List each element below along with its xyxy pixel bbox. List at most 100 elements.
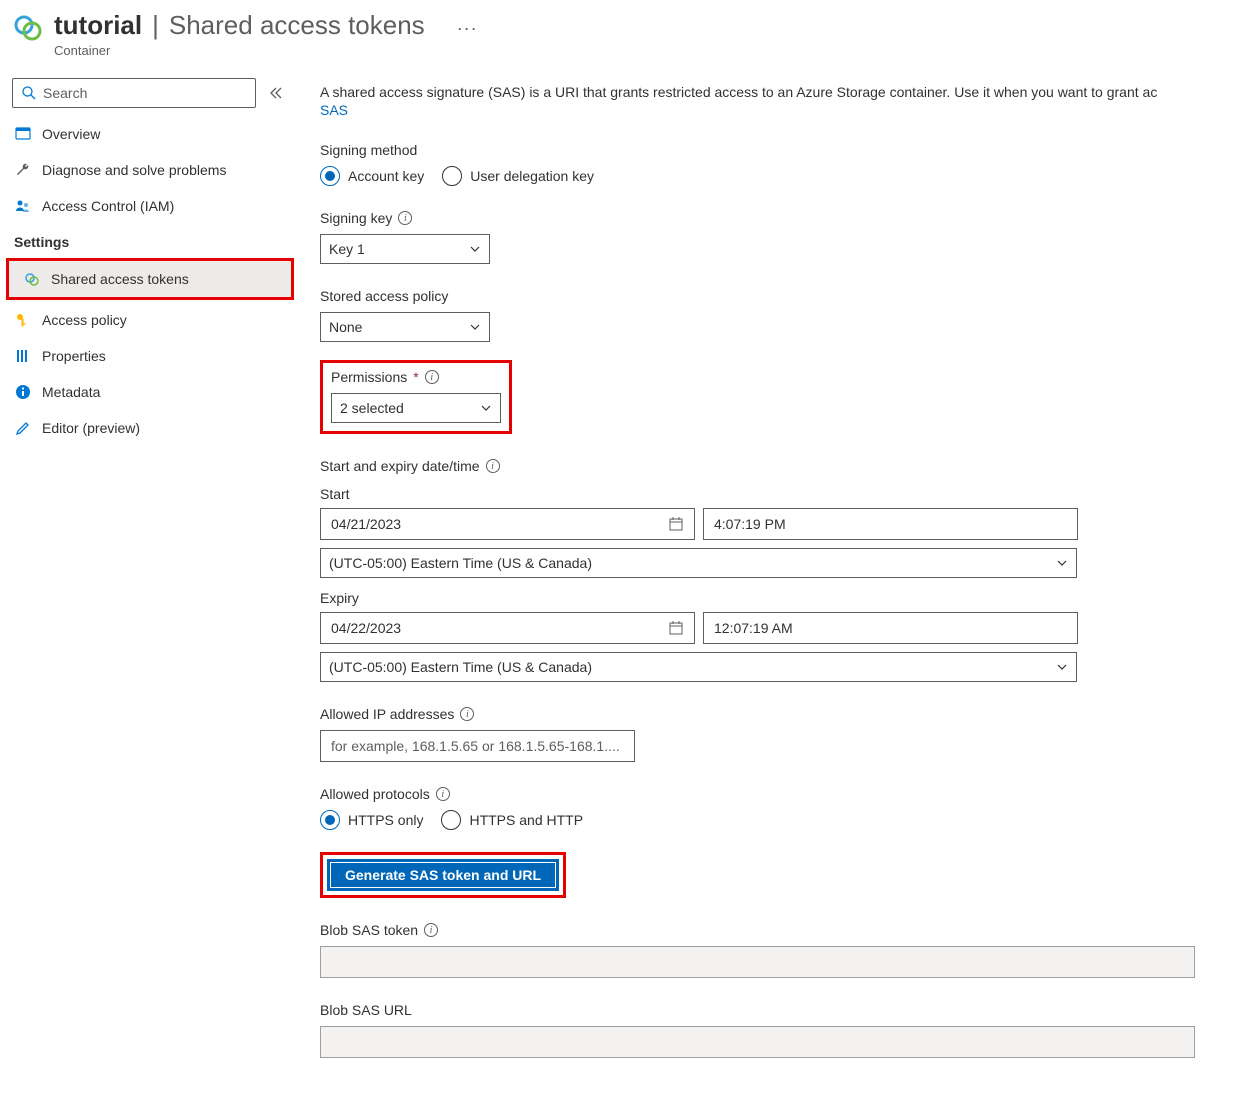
- sidebar-item-label: Shared access tokens: [51, 271, 189, 287]
- resource-name: tutorial: [54, 10, 142, 41]
- radio-label: HTTPS and HTTP: [469, 812, 583, 828]
- expiry-label: Expiry: [320, 590, 1243, 606]
- signing-key-label: Signing key i: [320, 210, 1243, 226]
- required-asterisk: *: [413, 369, 418, 385]
- highlight-box-generate: Generate SAS token and URL: [320, 852, 566, 898]
- allowed-protocols-label: Allowed protocols i: [320, 786, 1243, 802]
- calendar-icon: [668, 516, 684, 532]
- token-icon: [23, 270, 41, 288]
- info-tooltip-icon[interactable]: i: [398, 211, 412, 225]
- start-timezone-dropdown[interactable]: (UTC-05:00) Eastern Time (US & Canada): [320, 548, 1077, 578]
- sidebar-item-iam[interactable]: Access Control (IAM): [0, 188, 300, 224]
- chevron-double-left-icon: [269, 86, 283, 100]
- start-time-input[interactable]: 4:07:19 PM: [703, 508, 1078, 540]
- chevron-down-icon: [1056, 557, 1068, 569]
- key-icon: [14, 311, 32, 329]
- sas-learn-more-link[interactable]: SAS: [320, 102, 348, 118]
- chevron-down-icon: [469, 321, 481, 333]
- dropdown-value: 2 selected: [340, 400, 404, 416]
- sidebar-item-shared-access-tokens[interactable]: Shared access tokens: [9, 261, 291, 297]
- sidebar-item-label: Metadata: [42, 384, 100, 400]
- info-icon: [14, 383, 32, 401]
- dropdown-value: (UTC-05:00) Eastern Time (US & Canada): [329, 659, 592, 675]
- start-expiry-label: Start and expiry date/time i: [320, 458, 1243, 474]
- date-value: 04/22/2023: [331, 620, 401, 636]
- sidebar-item-diagnose[interactable]: Diagnose and solve problems: [0, 152, 300, 188]
- radio-checked-icon: [320, 166, 340, 186]
- chevron-down-icon: [1056, 661, 1068, 673]
- blade-name: Shared access tokens: [169, 10, 425, 41]
- info-tooltip-icon[interactable]: i: [425, 370, 439, 384]
- sidebar-nav: Overview Diagnose and solve problems Acc…: [0, 74, 300, 446]
- dropdown-value: None: [329, 319, 362, 335]
- properties-icon: [14, 347, 32, 365]
- permissions-label: Permissions * i: [331, 369, 501, 385]
- page-header: tutorial | Shared access tokens ··· Cont…: [0, 0, 1243, 74]
- sidebar-item-properties[interactable]: Properties: [0, 338, 300, 374]
- expiry-time-input[interactable]: 12:07:19 AM: [703, 612, 1078, 644]
- radio-label: HTTPS only: [348, 812, 423, 828]
- sas-token-label: Blob SAS token i: [320, 922, 1243, 938]
- pencil-icon: [14, 419, 32, 437]
- radio-https-only[interactable]: HTTPS only: [320, 810, 423, 830]
- sidebar-item-label: Access policy: [42, 312, 127, 328]
- generate-sas-button[interactable]: Generate SAS token and URL: [327, 859, 559, 891]
- radio-https-and-http[interactable]: HTTPS and HTTP: [441, 810, 583, 830]
- radio-account-key[interactable]: Account key: [320, 166, 424, 186]
- calendar-icon: [668, 620, 684, 636]
- stored-policy-label: Stored access policy: [320, 288, 1243, 304]
- signing-key-dropdown[interactable]: Key 1: [320, 234, 490, 264]
- info-tooltip-icon[interactable]: i: [424, 923, 438, 937]
- start-date-input[interactable]: 04/21/2023: [320, 508, 695, 540]
- chevron-down-icon: [469, 243, 481, 255]
- dropdown-value: (UTC-05:00) Eastern Time (US & Canada): [329, 555, 592, 571]
- radio-label: User delegation key: [470, 168, 594, 184]
- sidebar-item-editor[interactable]: Editor (preview): [0, 410, 300, 446]
- info-tooltip-icon[interactable]: i: [460, 707, 474, 721]
- chevron-down-icon: [480, 402, 492, 414]
- sidebar-collapse-button[interactable]: [264, 81, 288, 105]
- wrench-icon: [14, 161, 32, 179]
- sas-url-output[interactable]: [320, 1026, 1195, 1058]
- title-divider: |: [152, 10, 159, 41]
- iam-icon: [14, 197, 32, 215]
- container-icon: [12, 12, 44, 44]
- resource-type: Container: [54, 43, 478, 58]
- date-value: 04/21/2023: [331, 516, 401, 532]
- sidebar-heading-settings: Settings: [0, 224, 300, 256]
- signing-method-label: Signing method: [320, 142, 1243, 158]
- permissions-dropdown[interactable]: 2 selected: [331, 393, 501, 423]
- sas-token-output[interactable]: [320, 946, 1195, 978]
- radio-unchecked-icon: [442, 166, 462, 186]
- time-value: 12:07:19 AM: [714, 620, 793, 636]
- sidebar-item-metadata[interactable]: Metadata: [0, 374, 300, 410]
- sidebar-item-label: Properties: [42, 348, 106, 364]
- radio-user-delegation-key[interactable]: User delegation key: [442, 166, 594, 186]
- signing-method-radio-group: Account key User delegation key: [320, 166, 1243, 186]
- more-menu-icon[interactable]: ···: [457, 18, 478, 39]
- content-pane: A shared access signature (SAS) is a URI…: [300, 74, 1243, 1098]
- sidebar-item-overview[interactable]: Overview: [0, 116, 300, 152]
- sidebar-item-label: Diagnose and solve problems: [42, 162, 226, 178]
- intro-text: A shared access signature (SAS) is a URI…: [320, 84, 1243, 100]
- stored-policy-dropdown[interactable]: None: [320, 312, 490, 342]
- allowed-protocols-radio-group: HTTPS only HTTPS and HTTP: [320, 810, 1243, 830]
- sas-url-label: Blob SAS URL: [320, 1002, 1243, 1018]
- time-value: 4:07:19 PM: [714, 516, 786, 532]
- info-tooltip-icon[interactable]: i: [486, 459, 500, 473]
- sidebar-item-label: Overview: [42, 126, 100, 142]
- allowed-ip-input[interactable]: [320, 730, 635, 762]
- radio-unchecked-icon: [441, 810, 461, 830]
- overview-icon: [14, 125, 32, 143]
- expiry-date-input[interactable]: 04/22/2023: [320, 612, 695, 644]
- sidebar-item-label: Editor (preview): [42, 420, 140, 436]
- highlight-box-shared-access: Shared access tokens: [6, 258, 294, 300]
- expiry-timezone-dropdown[interactable]: (UTC-05:00) Eastern Time (US & Canada): [320, 652, 1077, 682]
- radio-label: Account key: [348, 168, 424, 184]
- sidebar-item-access-policy[interactable]: Access policy: [0, 302, 300, 338]
- sidebar-item-label: Access Control (IAM): [42, 198, 174, 214]
- sidebar-search-input[interactable]: [43, 85, 247, 101]
- search-icon: [21, 85, 37, 101]
- info-tooltip-icon[interactable]: i: [436, 787, 450, 801]
- sidebar-search[interactable]: [12, 78, 256, 108]
